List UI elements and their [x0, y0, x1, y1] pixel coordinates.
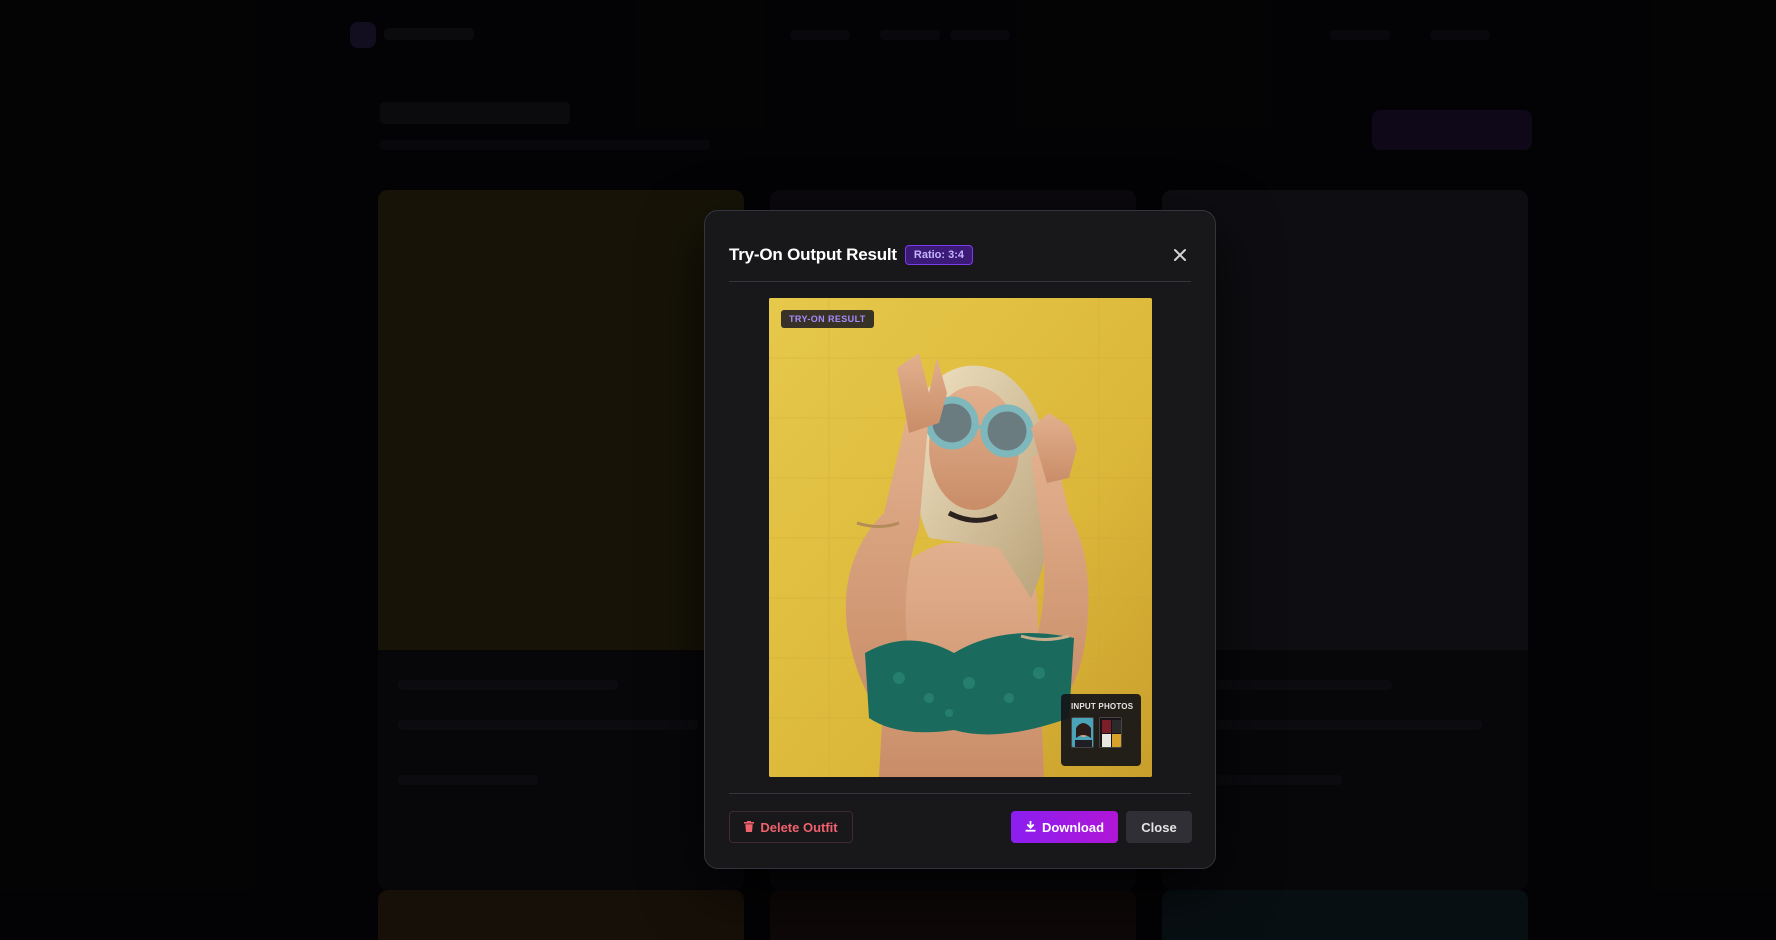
close-icon[interactable]: [1169, 244, 1191, 266]
tryon-result-image: TRY-ON RESULT INPUT PHOTOS: [769, 298, 1152, 777]
download-icon: [1025, 820, 1036, 835]
input-photos-thumbs: [1071, 717, 1131, 748]
input-photo-person[interactable]: [1071, 717, 1094, 748]
header-divider: [729, 281, 1191, 282]
tryon-result-modal: Try-On Output Result Ratio: 3:4 TRY-ON R…: [704, 210, 1216, 869]
delete-outfit-button[interactable]: Delete Outfit: [729, 811, 853, 843]
download-label: Download: [1041, 819, 1105, 835]
input-photo-garment[interactable]: [1099, 717, 1122, 748]
download-button[interactable]: Download: [1011, 811, 1118, 843]
input-photos-panel: INPUT PHOTOS: [1061, 694, 1141, 766]
ratio-badge: Ratio: 3:4: [904, 245, 974, 265]
modal-header: Try-On Output Result Ratio: 3:4: [729, 243, 1191, 267]
trash-icon: [744, 820, 755, 835]
footer-divider: [729, 793, 1191, 794]
close-button[interactable]: Close: [1126, 811, 1192, 843]
tryon-result-tag: TRY-ON RESULT: [781, 310, 874, 328]
input-photos-label: INPUT PHOTOS: [1071, 702, 1134, 711]
close-label: Close: [1141, 819, 1177, 835]
modal-title: Try-On Output Result: [729, 245, 897, 264]
delete-outfit-label: Delete Outfit: [760, 819, 838, 835]
